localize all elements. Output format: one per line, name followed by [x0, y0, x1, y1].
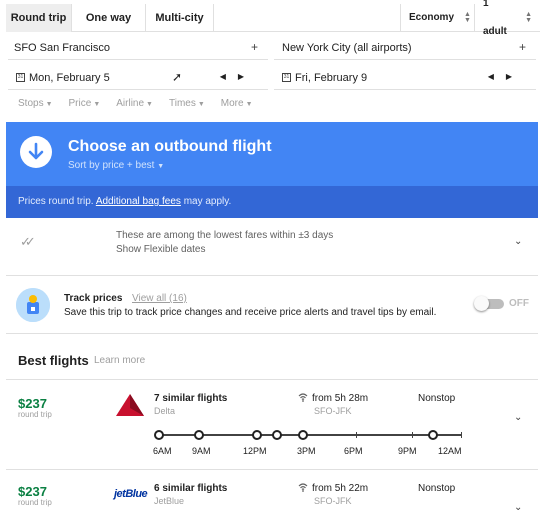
timeline-label: 6PM — [344, 446, 363, 456]
flight-route: SFO-JFK — [314, 406, 352, 416]
wifi-icon — [298, 393, 308, 404]
depart-date-field[interactable]: 31 Mon, February 5 ➚ ◀▶ — [8, 66, 268, 90]
return-date-value: Fri, February 9 — [295, 71, 368, 84]
jetblue-logo: jetBlue — [114, 488, 148, 500]
flight-price: $237 — [18, 484, 47, 499]
cabin-value: Economy — [409, 11, 455, 23]
departure-timeline — [154, 430, 462, 440]
flexible-dates-row[interactable]: ✓✓ These are among the lowest fares with… — [6, 218, 538, 276]
flight-route: SFO-JFK — [314, 496, 352, 506]
caret-down-icon: ▼ — [45, 101, 53, 108]
flight-duration: from 5h 22m — [312, 483, 369, 494]
caret-down-icon: ▼ — [245, 101, 253, 108]
mouse-cursor-icon: ➚ — [172, 70, 183, 84]
flight-summary: 7 similar flights — [154, 393, 228, 404]
updown-icon: ▲ ▼ — [525, 10, 532, 24]
best-flights-header: Best flights Learn more — [6, 334, 538, 380]
flight-row-jetblue[interactable]: $237 round trip jetBlue 6 similar flight… — [6, 470, 538, 523]
origin-value: SFO San Francisco — [14, 41, 110, 54]
caret-down-icon: ▼ — [146, 101, 153, 108]
filter-times[interactable]: Times ▼ — [169, 98, 205, 109]
arrow-down-circle-icon — [20, 136, 52, 168]
filter-more[interactable]: More ▼ — [221, 98, 253, 109]
price-note: round trip — [18, 498, 52, 507]
cabin-select[interactable]: Economy ▲ ▼ — [400, 3, 474, 32]
timeline-departure-dot[interactable] — [194, 430, 204, 440]
filter-airline[interactable]: Airline ▼ — [116, 98, 153, 109]
price-tracking-icon — [16, 288, 50, 322]
plus-icon[interactable]: + — [251, 40, 258, 54]
track-prices-title: Track prices — [64, 293, 123, 304]
timeline-tick — [356, 432, 357, 438]
destination-field[interactable]: New York City (all airports) + — [274, 36, 536, 60]
calendar-icon: 31 — [282, 73, 291, 82]
tab-multi-city[interactable]: Multi-city — [146, 3, 214, 32]
trip-options-bar: Round trip One way Multi-city Economy ▲ ▼… — [6, 0, 540, 37]
timeline-tick — [461, 432, 462, 438]
toggle-state-label: OFF — [509, 298, 529, 309]
flight-summary: 6 similar flights — [154, 483, 228, 494]
delta-logo-icon — [116, 394, 144, 421]
timeline-label: 12AM — [438, 446, 462, 456]
caret-down-icon: ▼ — [157, 163, 165, 170]
bag-fees-link[interactable]: Additional bag fees — [96, 196, 181, 207]
double-check-icon: ✓✓ — [20, 234, 36, 249]
chevron-down-icon[interactable]: ⌄ — [514, 412, 522, 423]
depart-date-value: Mon, February 5 — [29, 71, 110, 84]
sort-dropdown[interactable]: Sort by price + best ▼ — [68, 160, 164, 171]
filter-bar: Stops ▼ Price ▼ Airline ▼ Times ▼ More ▼ — [18, 98, 269, 109]
chevron-down-icon[interactable]: ⌄ — [514, 236, 522, 247]
airline-name: Delta — [154, 406, 176, 416]
filter-stops[interactable]: Stops ▼ — [18, 98, 53, 109]
origin-field[interactable]: SFO San Francisco + — [8, 36, 268, 60]
calendar-icon: 31 — [16, 73, 25, 82]
timeline-label: 9PM — [398, 446, 417, 456]
timeline-label: 12PM — [243, 446, 267, 456]
flight-stops: Nonstop — [418, 393, 456, 404]
tab-one-way[interactable]: One way — [72, 3, 146, 32]
date-arrows[interactable]: ◀▶ — [488, 72, 524, 81]
airline-name: JetBlue — [154, 496, 185, 506]
timeline-tick — [412, 432, 413, 438]
price-note: round trip — [18, 410, 52, 419]
timeline-label: 6AM — [153, 446, 172, 456]
outbound-header: Choose an outbound flight Sort by price … — [6, 122, 538, 186]
caret-down-icon: ▼ — [197, 101, 205, 108]
flight-stops: Nonstop — [418, 483, 456, 494]
flight-price: $237 — [18, 396, 47, 411]
timeline-departure-dot[interactable] — [298, 430, 308, 440]
return-date-field[interactable]: 31 Fri, February 9 ◀▶ — [274, 66, 536, 90]
tab-round-trip[interactable]: Round trip — [6, 3, 72, 32]
track-prices-row: Track prices View all (16) Save this tri… — [6, 276, 538, 334]
destination-value: New York City (all airports) — [282, 41, 412, 54]
section-title: Best flights — [18, 353, 89, 368]
updown-icon: ▲ ▼ — [464, 10, 471, 24]
filter-price[interactable]: Price ▼ — [69, 98, 101, 109]
timeline-departure-dot[interactable] — [252, 430, 262, 440]
timeline-departure-dot[interactable] — [428, 430, 438, 440]
date-arrows[interactable]: ◀▶ — [220, 72, 256, 81]
caret-down-icon: ▼ — [93, 101, 101, 108]
fare-notice: Prices round trip. Additional bag fees m… — [6, 186, 538, 218]
timeline-label: 9AM — [192, 446, 211, 456]
flight-row-delta[interactable]: $237 round trip 7 similar flights Delta … — [6, 380, 538, 470]
toggle-knob — [474, 296, 489, 311]
timeline-departure-dot[interactable] — [154, 430, 164, 440]
learn-more-link[interactable]: Learn more — [94, 355, 145, 366]
timeline-label: 3PM — [297, 446, 316, 456]
view-all-link[interactable]: View all (16) — [132, 293, 187, 304]
wifi-icon — [298, 483, 308, 494]
flexible-message: These are among the lowest fares within … — [116, 230, 334, 241]
track-prices-toggle[interactable] — [474, 296, 504, 311]
flight-duration: from 5h 28m — [312, 393, 369, 404]
plus-icon[interactable]: + — [519, 40, 526, 54]
chevron-down-icon[interactable]: ⌄ — [514, 502, 522, 513]
page-title: Choose an outbound flight — [68, 138, 272, 155]
passengers-select[interactable]: 1 adult ▲ ▼ — [474, 0, 540, 37]
timeline-departure-dot[interactable] — [272, 430, 282, 440]
show-flexible-dates[interactable]: Show Flexible dates — [116, 244, 206, 255]
track-prices-description: Save this trip to track price changes an… — [64, 307, 437, 318]
